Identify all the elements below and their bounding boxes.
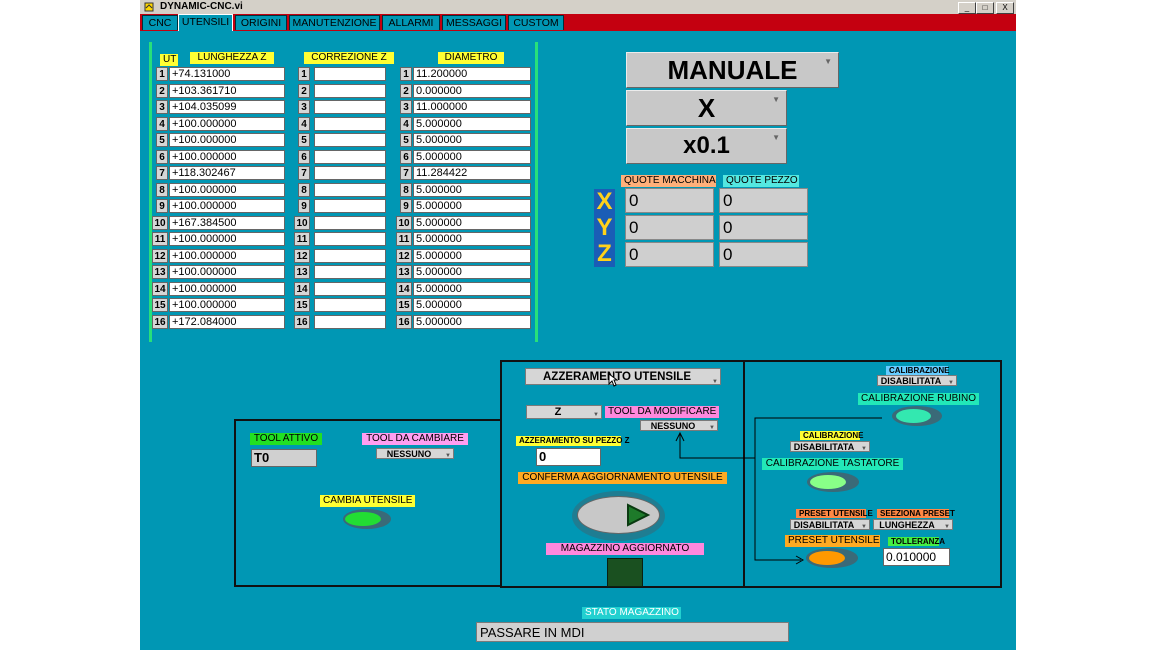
stato-magazzino-value: PASSARE IN MDI — [476, 622, 789, 642]
main-window: DYNAMIC-CNC.vi _ □ X CNC UTENSILI ORIGIN… — [140, 0, 1016, 650]
stato-magazzino-label: STATO MAGAZZINO — [582, 607, 681, 619]
connector-lines — [675, 417, 882, 565]
